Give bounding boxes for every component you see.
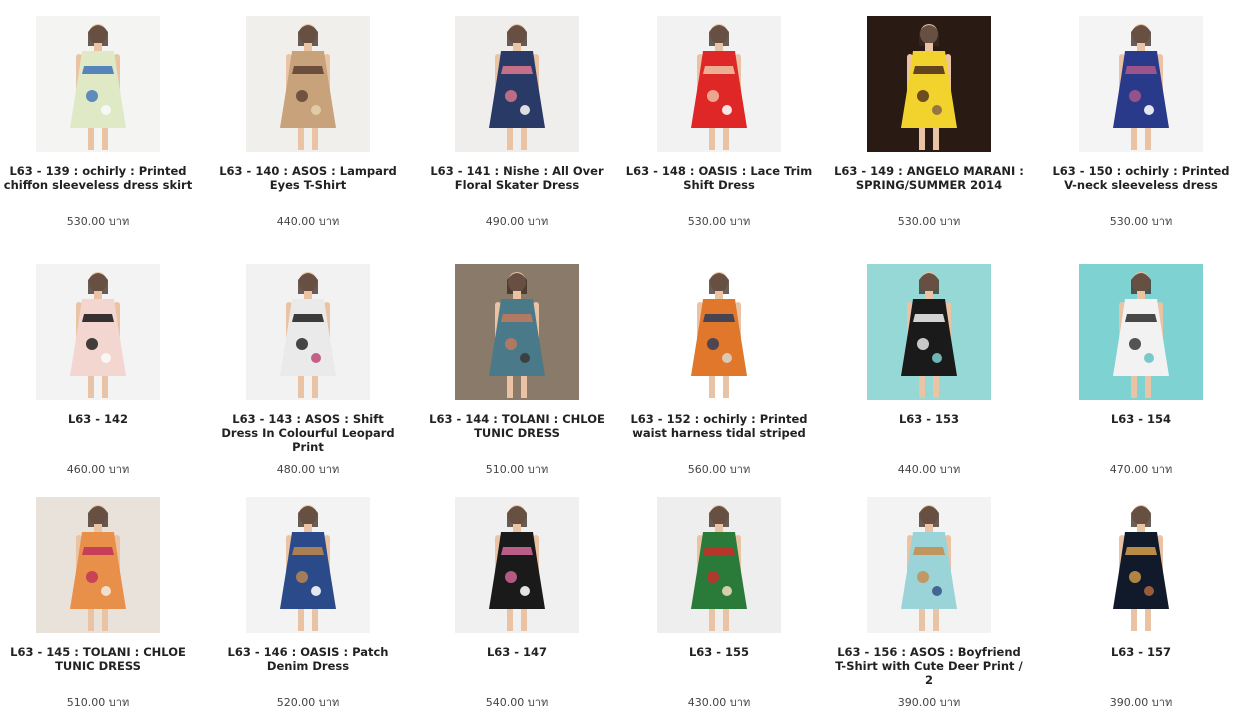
product-card: L63 - 153 440.00 บาท [829, 264, 1029, 494]
product-card: L63 - 139 : ochirly : Printed chiffon sl… [0, 16, 198, 246]
product-card: L63 - 145 : TOLANI : CHLOE TUNIC DRESS 51… [0, 497, 198, 727]
product-price: 560.00 บาท [687, 463, 751, 476]
product-image[interactable] [1079, 264, 1203, 400]
product-card: L63 - 140 : ASOS : Lampard Eyes T-Shirt 4… [208, 16, 408, 246]
product-image[interactable] [1079, 497, 1203, 633]
product-price: 440.00 บาท [276, 215, 340, 228]
product-price: 530.00 บาท [1109, 215, 1173, 228]
product-price: 520.00 บาท [276, 696, 340, 709]
product-title-link[interactable]: L63 - 148 : OASIS : Lace Trim Shift Dres… [623, 164, 815, 192]
product-title-link[interactable]: L63 - 145 : TOLANI : CHLOE TUNIC DRESS [2, 645, 194, 673]
product-price: 510.00 บาท [66, 696, 130, 709]
product-image[interactable] [1079, 16, 1203, 152]
product-title-link[interactable]: L63 - 139 : ochirly : Printed chiffon sl… [2, 164, 194, 192]
product-card: L63 - 146 : OASIS : Patch Denim Dress 520… [208, 497, 408, 727]
product-image[interactable] [455, 264, 579, 400]
product-image[interactable] [867, 497, 991, 633]
product-title-link[interactable]: L63 - 144 : TOLANI : CHLOE TUNIC DRESS [421, 412, 613, 440]
product-title-link[interactable]: L63 - 152 : ochirly : Printed waist harn… [623, 412, 815, 440]
product-image[interactable] [36, 497, 160, 633]
product-image[interactable] [657, 264, 781, 400]
product-price: 490.00 บาท [485, 215, 549, 228]
product-title-link[interactable]: L63 - 157 [1045, 645, 1237, 659]
product-price: 530.00 บาท [687, 215, 751, 228]
product-image[interactable] [867, 16, 991, 152]
product-price: 470.00 บาท [1109, 463, 1173, 476]
product-image[interactable] [36, 16, 160, 152]
product-card: L63 - 144 : TOLANI : CHLOE TUNIC DRESS 51… [417, 264, 617, 494]
product-image[interactable] [246, 497, 370, 633]
product-price: 390.00 บาท [897, 696, 961, 709]
product-title-link[interactable]: L63 - 156 : ASOS : Boyfriend T-Shirt wit… [833, 645, 1025, 687]
product-card: L63 - 150 : ochirly : Printed V-neck sle… [1041, 16, 1241, 246]
product-title-link[interactable]: L63 - 146 : OASIS : Patch Denim Dress [212, 645, 404, 673]
product-title-link[interactable]: L63 - 150 : ochirly : Printed V-neck sle… [1045, 164, 1237, 192]
product-card: L63 - 155 430.00 บาท [619, 497, 819, 727]
product-price: 430.00 บาท [687, 696, 751, 709]
product-price: 390.00 บาท [1109, 696, 1173, 709]
product-image[interactable] [455, 16, 579, 152]
product-grid: L63 - 139 : ochirly : Printed chiffon sl… [0, 0, 1256, 724]
product-image[interactable] [867, 264, 991, 400]
product-title-link[interactable]: L63 - 153 [833, 412, 1025, 426]
product-price: 460.00 บาท [66, 463, 130, 476]
product-image[interactable] [246, 264, 370, 400]
product-card: L63 - 156 : ASOS : Boyfriend T-Shirt wit… [829, 497, 1029, 727]
product-title-link[interactable]: L63 - 142 [2, 412, 194, 426]
product-price: 540.00 บาท [485, 696, 549, 709]
product-title-link[interactable]: L63 - 140 : ASOS : Lampard Eyes T-Shirt [212, 164, 404, 192]
product-title-link[interactable]: L63 - 149 : ANGELO MARANI : SPRING/SUMME… [833, 164, 1025, 192]
product-price: 530.00 บาท [66, 215, 130, 228]
product-image[interactable] [36, 264, 160, 400]
product-price: 530.00 บาท [897, 215, 961, 228]
product-image[interactable] [657, 497, 781, 633]
product-card: L63 - 149 : ANGELO MARANI : SPRING/SUMME… [829, 16, 1029, 246]
product-title-link[interactable]: L63 - 143 : ASOS : Shift Dress In Colour… [212, 412, 404, 454]
product-title-link[interactable]: L63 - 147 [421, 645, 613, 659]
product-image[interactable] [455, 497, 579, 633]
product-price: 480.00 บาท [276, 463, 340, 476]
product-image[interactable] [246, 16, 370, 152]
product-title-link[interactable]: L63 - 155 [623, 645, 815, 659]
product-price: 510.00 บาท [485, 463, 549, 476]
product-card: L63 - 141 : Nishe : All Over Floral Skat… [417, 16, 617, 246]
product-card: L63 - 143 : ASOS : Shift Dress In Colour… [208, 264, 408, 494]
product-image[interactable] [657, 16, 781, 152]
product-card: L63 - 147 540.00 บาท [417, 497, 617, 727]
product-title-link[interactable]: L63 - 141 : Nishe : All Over Floral Skat… [421, 164, 613, 192]
product-card: L63 - 142 460.00 บาท [0, 264, 198, 494]
product-card: L63 - 154 470.00 บาท [1041, 264, 1241, 494]
product-card: L63 - 152 : ochirly : Printed waist harn… [619, 264, 819, 494]
product-price: 440.00 บาท [897, 463, 961, 476]
product-card: L63 - 148 : OASIS : Lace Trim Shift Dres… [619, 16, 819, 246]
product-card: L63 - 157 390.00 บาท [1041, 497, 1241, 727]
product-title-link[interactable]: L63 - 154 [1045, 412, 1237, 426]
